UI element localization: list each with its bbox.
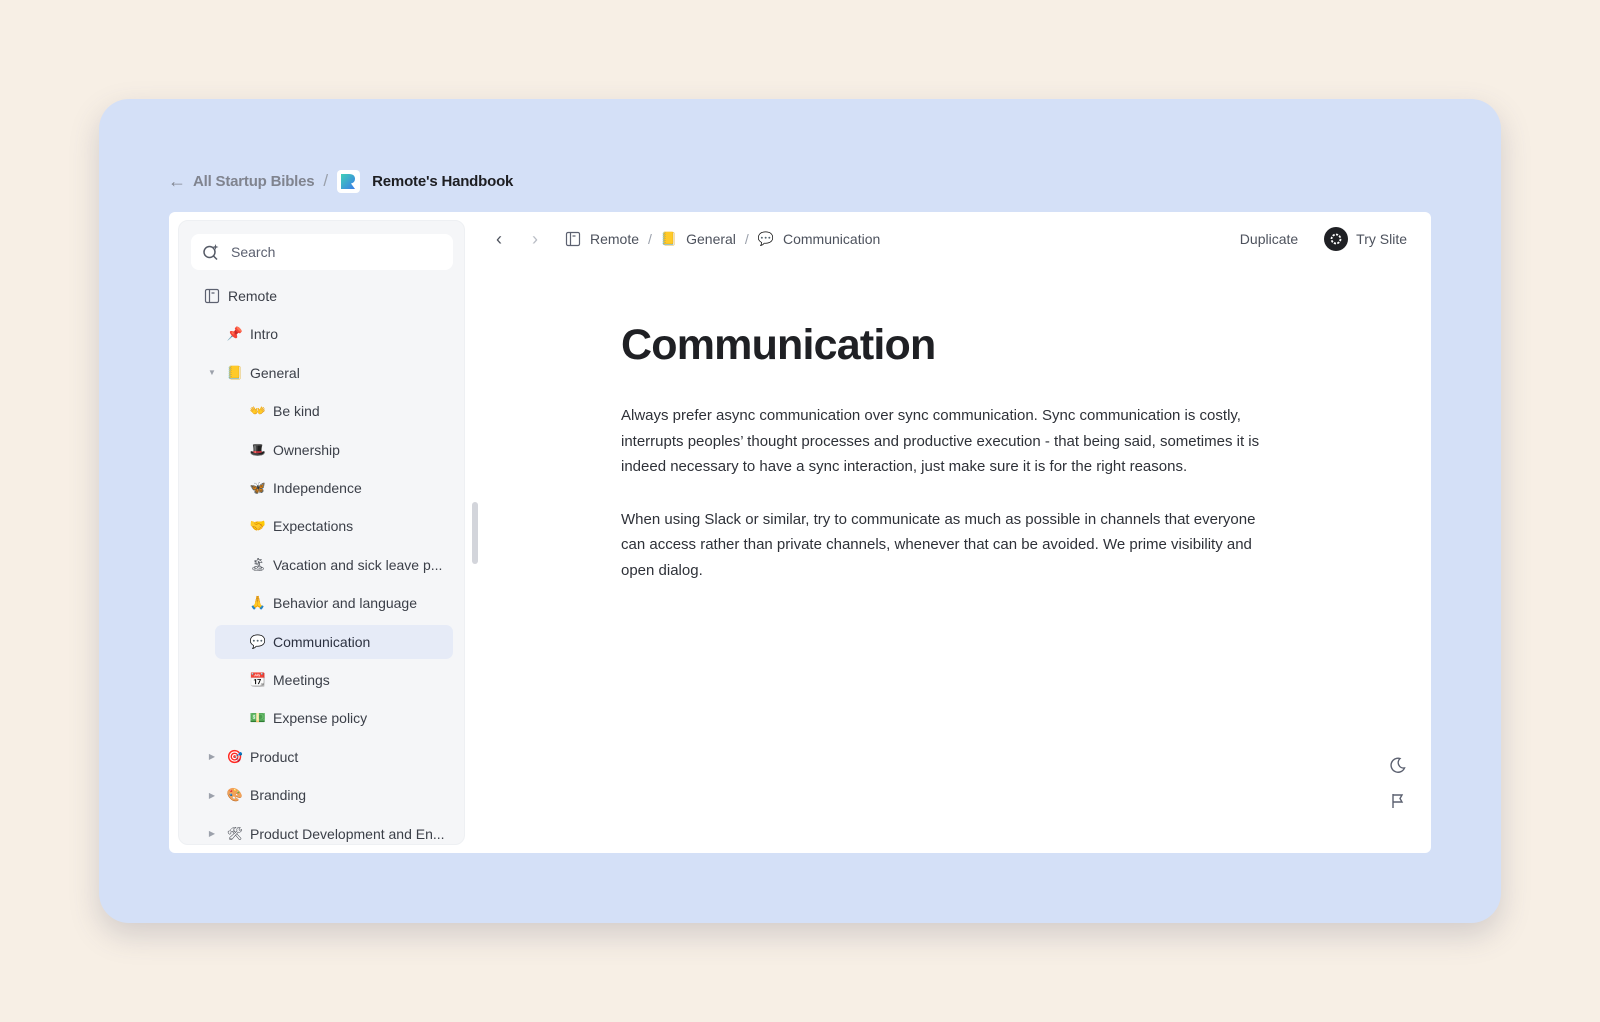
sidebar-item[interactable]: ▼ 📒 General xyxy=(195,356,453,390)
target-icon: 🎯 xyxy=(226,748,244,764)
try-slite-button[interactable]: Try Slite xyxy=(1356,231,1407,247)
sidebar-item-label: Intro xyxy=(250,326,279,343)
sidebar-item[interactable]: 💵 Expense policy xyxy=(215,701,453,735)
sidebar-item-label: Be kind xyxy=(273,403,320,420)
breadcrumb-label: Remote xyxy=(590,231,640,247)
doc-title: Communication xyxy=(621,321,936,369)
sidebar-item-label: Vacation and sick leave p... xyxy=(273,556,443,573)
sidebar-item[interactable]: 📆 Meetings xyxy=(215,663,453,697)
palette-icon: 🎨 xyxy=(226,787,244,803)
caret-right-icon[interactable]: ▶ xyxy=(204,829,220,838)
main-content: ‹ › Remote / 📒 General / 💬 Communication Dupli… xyxy=(475,212,1431,853)
sidebar-item[interactable]: Remote xyxy=(195,279,453,313)
sidebar-item-label: Branding xyxy=(250,787,307,804)
breadcrumb-separator: / xyxy=(323,171,329,190)
handbook-logo-icon xyxy=(337,169,361,193)
sidebar-item-label: Expense policy xyxy=(273,710,368,727)
sidebar-item-label: Expectations xyxy=(273,518,354,535)
sidebar-item[interactable]: ▶ 🛠 Product Development and En... xyxy=(195,817,453,844)
search-sparkle-icon xyxy=(203,244,219,261)
tools-icon: 🛠 xyxy=(226,825,244,841)
top-hat-icon: 🎩 xyxy=(249,441,267,457)
sidebar-item[interactable]: 🎩 Ownership xyxy=(215,433,453,467)
chevron-left-icon[interactable]: ‹ xyxy=(489,229,509,250)
header-actions: Duplicate Try Slite xyxy=(1240,224,1407,254)
breadcrumb-item[interactable]: 📒 General xyxy=(661,231,736,247)
app-window: Search Remote 📌 Intro ▼ 📒 General 👐 Be kind 🎩 Own… xyxy=(169,212,1431,853)
sidebar-item[interactable]: 🙏 Behavior and language xyxy=(215,586,453,620)
folder-icon: 📒 xyxy=(660,231,678,246)
calendar-icon: 📆 xyxy=(249,672,267,687)
breadcrumb-label: Communication xyxy=(783,231,881,247)
moon-icon[interactable] xyxy=(1389,756,1407,774)
pushpin-icon: 📌 xyxy=(226,326,244,342)
money-icon: 💵 xyxy=(249,710,267,726)
sidebar-item[interactable]: 🦋 Independence xyxy=(215,471,453,505)
breadcrumb: Remote / 📒 General / 💬 Communication xyxy=(565,231,880,247)
all-startup-bibles-link[interactable]: All Startup Bibles xyxy=(193,173,315,190)
document: Communication Always prefer async commun… xyxy=(621,321,1281,611)
notebook-icon xyxy=(204,288,220,304)
side-tools xyxy=(1389,756,1409,828)
island-icon: 🏝 xyxy=(249,556,267,572)
handshake-icon: 🤝 xyxy=(249,518,267,534)
search-placeholder: Search xyxy=(231,244,276,260)
folded-hands-icon: 🙏 xyxy=(249,595,267,611)
folder-icon: 📒 xyxy=(226,364,244,380)
breadcrumb-separator: / xyxy=(744,231,749,247)
sidebar-item-label: Behavior and language xyxy=(273,595,418,612)
caret-right-icon[interactable]: ▶ xyxy=(204,752,220,761)
handbook-title: Remote's Handbook xyxy=(372,172,514,190)
duplicate-button[interactable]: Duplicate xyxy=(1240,231,1298,247)
breadcrumb-separator: / xyxy=(648,231,652,247)
sidebar-item[interactable]: ▶ 🎯 Product xyxy=(195,740,453,774)
butterfly-icon: 🦋 xyxy=(249,480,267,495)
doc-paragraph: Always prefer async communication over s… xyxy=(621,407,1260,475)
caret-down-icon[interactable]: ▼ xyxy=(204,368,220,377)
slite-logo-icon[interactable] xyxy=(1324,227,1349,251)
arrow-left-icon[interactable]: ← xyxy=(168,172,186,190)
sidebar-item[interactable]: 🤝 Expectations xyxy=(215,509,453,543)
sidebar-item-label: General xyxy=(250,364,300,381)
sidebar-item[interactable]: 🏝 Vacation and sick leave p... xyxy=(215,548,453,582)
chevron-right-icon[interactable]: › xyxy=(525,229,545,250)
sidebar-item[interactable]: 📌 Intro xyxy=(195,317,453,351)
sidebar-item-label: Independence xyxy=(273,480,362,496)
sidebar-item[interactable]: 💬 Communication xyxy=(215,624,453,659)
caret-right-icon[interactable]: ▶ xyxy=(204,791,220,800)
top-breadcrumb: ← All Startup Bibles / Remote's Handbook xyxy=(168,166,513,196)
breadcrumb-item[interactable]: Remote xyxy=(565,231,639,247)
sidebar: Search Remote 📌 Intro ▼ 📒 General 👐 Be kind 🎩 Own… xyxy=(178,220,465,845)
speech-bubble-icon: 💬 xyxy=(757,231,774,246)
breadcrumb-item[interactable]: 💬 Communication xyxy=(758,231,880,247)
sidebar-item[interactable]: 👐 Be kind xyxy=(215,394,453,428)
notebook-icon xyxy=(565,231,581,247)
sidebar-item-label: Meetings xyxy=(273,672,330,688)
open-hands-icon: 👐 xyxy=(249,403,267,419)
sidebar-item-label: Remote xyxy=(228,288,278,304)
sidebar-item[interactable]: ▶ 🎨 Branding xyxy=(195,778,453,812)
doc-paragraph: When using Slack or similar, try to comm… xyxy=(621,511,1256,579)
search-input[interactable]: Search xyxy=(191,234,453,270)
breadcrumb-label: General xyxy=(686,231,736,247)
sidebar-item-label: Product Development and En... xyxy=(250,825,445,842)
flag-icon[interactable] xyxy=(1389,792,1407,810)
sidebar-item-label: Product xyxy=(250,748,299,765)
sidebar-item-label: Communication xyxy=(273,633,371,650)
speech-bubble-icon: 💬 xyxy=(249,633,267,649)
sidebar-item-label: Ownership xyxy=(273,441,340,458)
